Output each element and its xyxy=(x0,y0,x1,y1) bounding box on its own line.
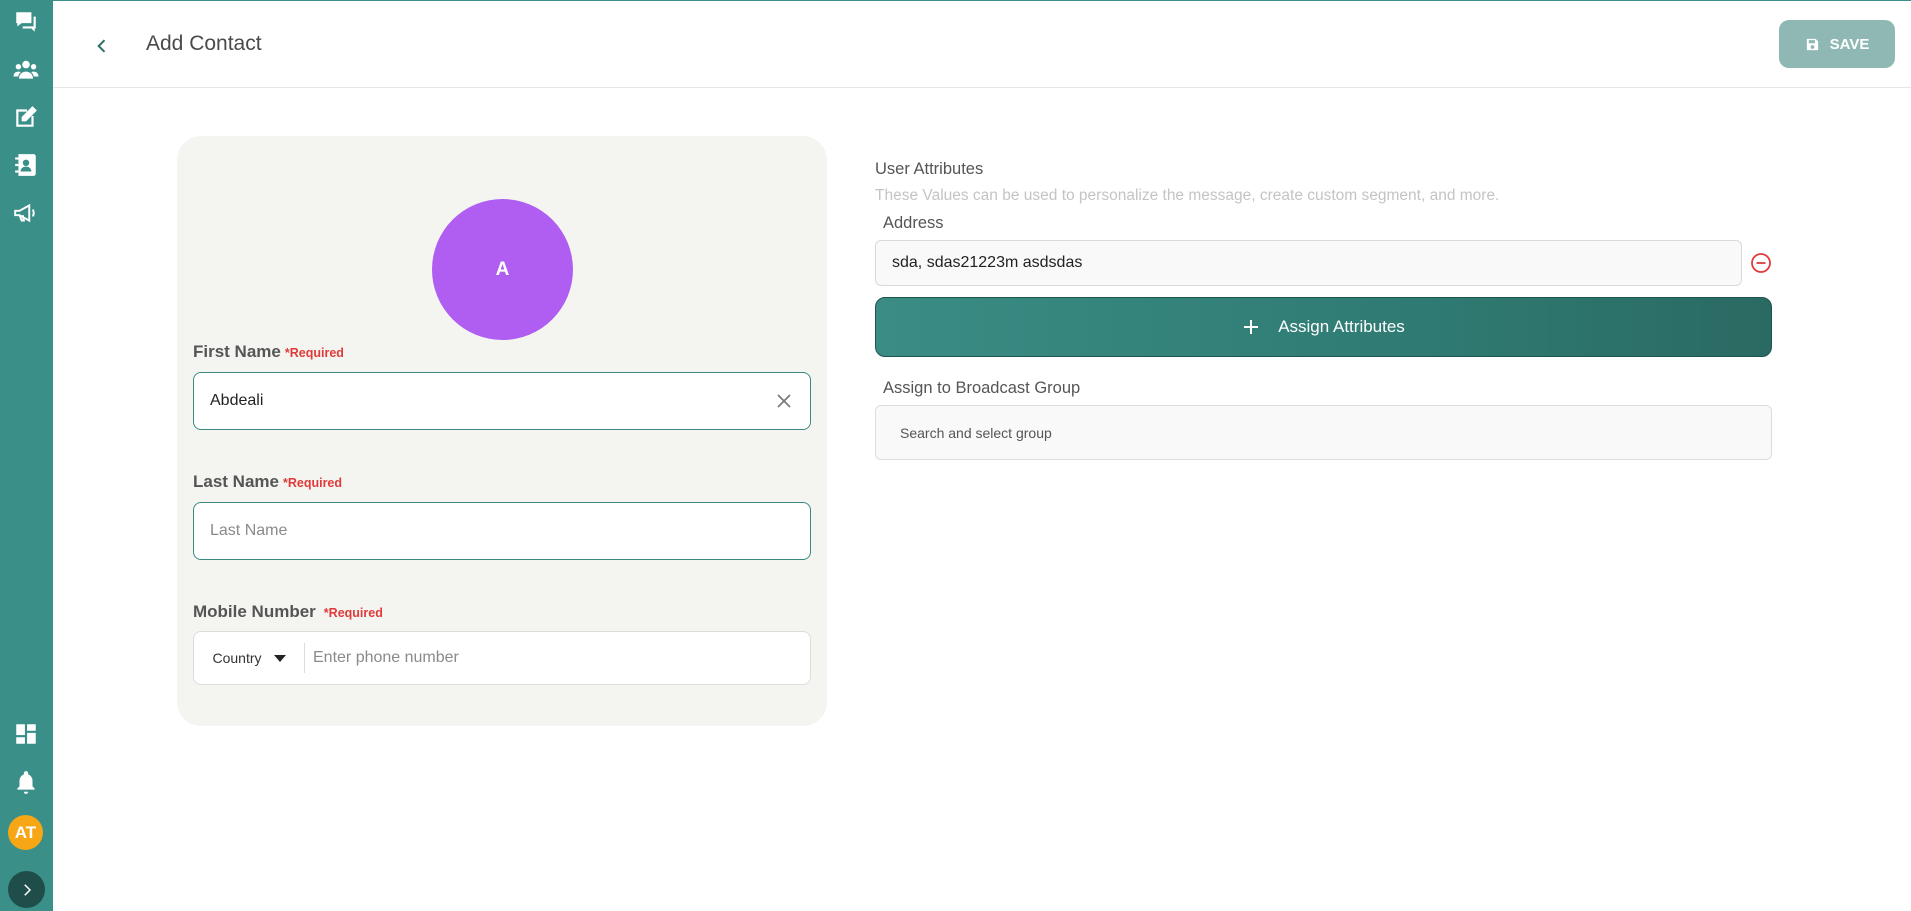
broadcast-group-label: Assign to Broadcast Group xyxy=(883,379,1081,397)
chevron-left-icon xyxy=(97,39,106,53)
contact-card: A First Name *Required Abdeali Last Name *… xyxy=(177,136,827,726)
assign-attributes-button[interactable]: Assign Attributes xyxy=(875,297,1772,357)
expand-sidebar-button[interactable] xyxy=(8,871,45,908)
last-name-input[interactable]: Last Name xyxy=(193,502,811,560)
plus-icon xyxy=(1244,320,1259,334)
phone-number-placeholder: Enter phone number xyxy=(313,649,459,666)
bell-icon[interactable] xyxy=(12,768,40,796)
country-select-label: Country xyxy=(212,650,262,666)
edit-icon[interactable] xyxy=(12,103,40,131)
user-avatar[interactable]: AT xyxy=(8,815,43,850)
users-icon[interactable] xyxy=(12,56,40,84)
first-name-label-text: First Name xyxy=(193,342,281,361)
chevron-right-icon xyxy=(23,883,31,896)
caret-down-icon xyxy=(273,654,286,662)
user-attributes-title: User Attributes xyxy=(875,160,984,178)
save-button[interactable]: SAVE xyxy=(1779,20,1895,68)
assign-attributes-label: Assign Attributes xyxy=(1278,317,1405,336)
broadcast-group-search[interactable]: Search and select group xyxy=(875,405,1772,460)
address-label: Address xyxy=(883,214,944,232)
mobile-number-label-text: Mobile Number xyxy=(193,602,316,621)
mobile-number-label: Mobile Number *Required xyxy=(193,602,383,622)
user-attributes-subtitle: These Values can be used to personalize … xyxy=(875,187,1500,204)
back-button[interactable] xyxy=(87,31,117,61)
dashboard-icon[interactable] xyxy=(12,720,40,748)
save-label: SAVE xyxy=(1829,35,1870,53)
first-name-label: First Name *Required xyxy=(193,342,344,362)
contact-avatar[interactable]: A xyxy=(432,199,573,340)
user-attributes-section: User Attributes These Values can be used… xyxy=(875,160,1772,460)
broadcast-group-placeholder: Search and select group xyxy=(900,424,1052,441)
clear-icon[interactable] xyxy=(774,391,794,411)
save-icon xyxy=(1806,38,1818,50)
chat-icon[interactable] xyxy=(12,8,40,36)
address-value: sda, sdas21223m asdsdas xyxy=(892,254,1083,271)
last-name-placeholder: Last Name xyxy=(210,522,288,539)
remove-attribute-icon[interactable] xyxy=(1750,252,1772,274)
required-marker: *Required xyxy=(323,606,383,620)
first-name-value: Abdeali xyxy=(210,392,264,409)
sidebar: AT xyxy=(0,0,53,911)
mobile-number-field: Country Enter phone number xyxy=(193,631,811,685)
page-header: Add Contact SAVE xyxy=(53,0,1911,88)
contacts-icon[interactable] xyxy=(12,151,40,179)
first-name-input[interactable]: Abdeali xyxy=(193,372,811,430)
megaphone-icon[interactable] xyxy=(12,199,40,227)
required-marker: *Required xyxy=(284,346,344,360)
phone-number-input[interactable]: Enter phone number xyxy=(305,649,810,667)
page-title: Add Contact xyxy=(146,32,262,55)
country-select[interactable]: Country xyxy=(194,643,305,673)
address-input[interactable]: sda, sdas21223m asdsdas xyxy=(875,240,1742,286)
last-name-label: Last Name *Required xyxy=(193,472,342,492)
required-marker: *Required xyxy=(282,476,343,490)
last-name-label-text: Last Name xyxy=(193,472,279,491)
